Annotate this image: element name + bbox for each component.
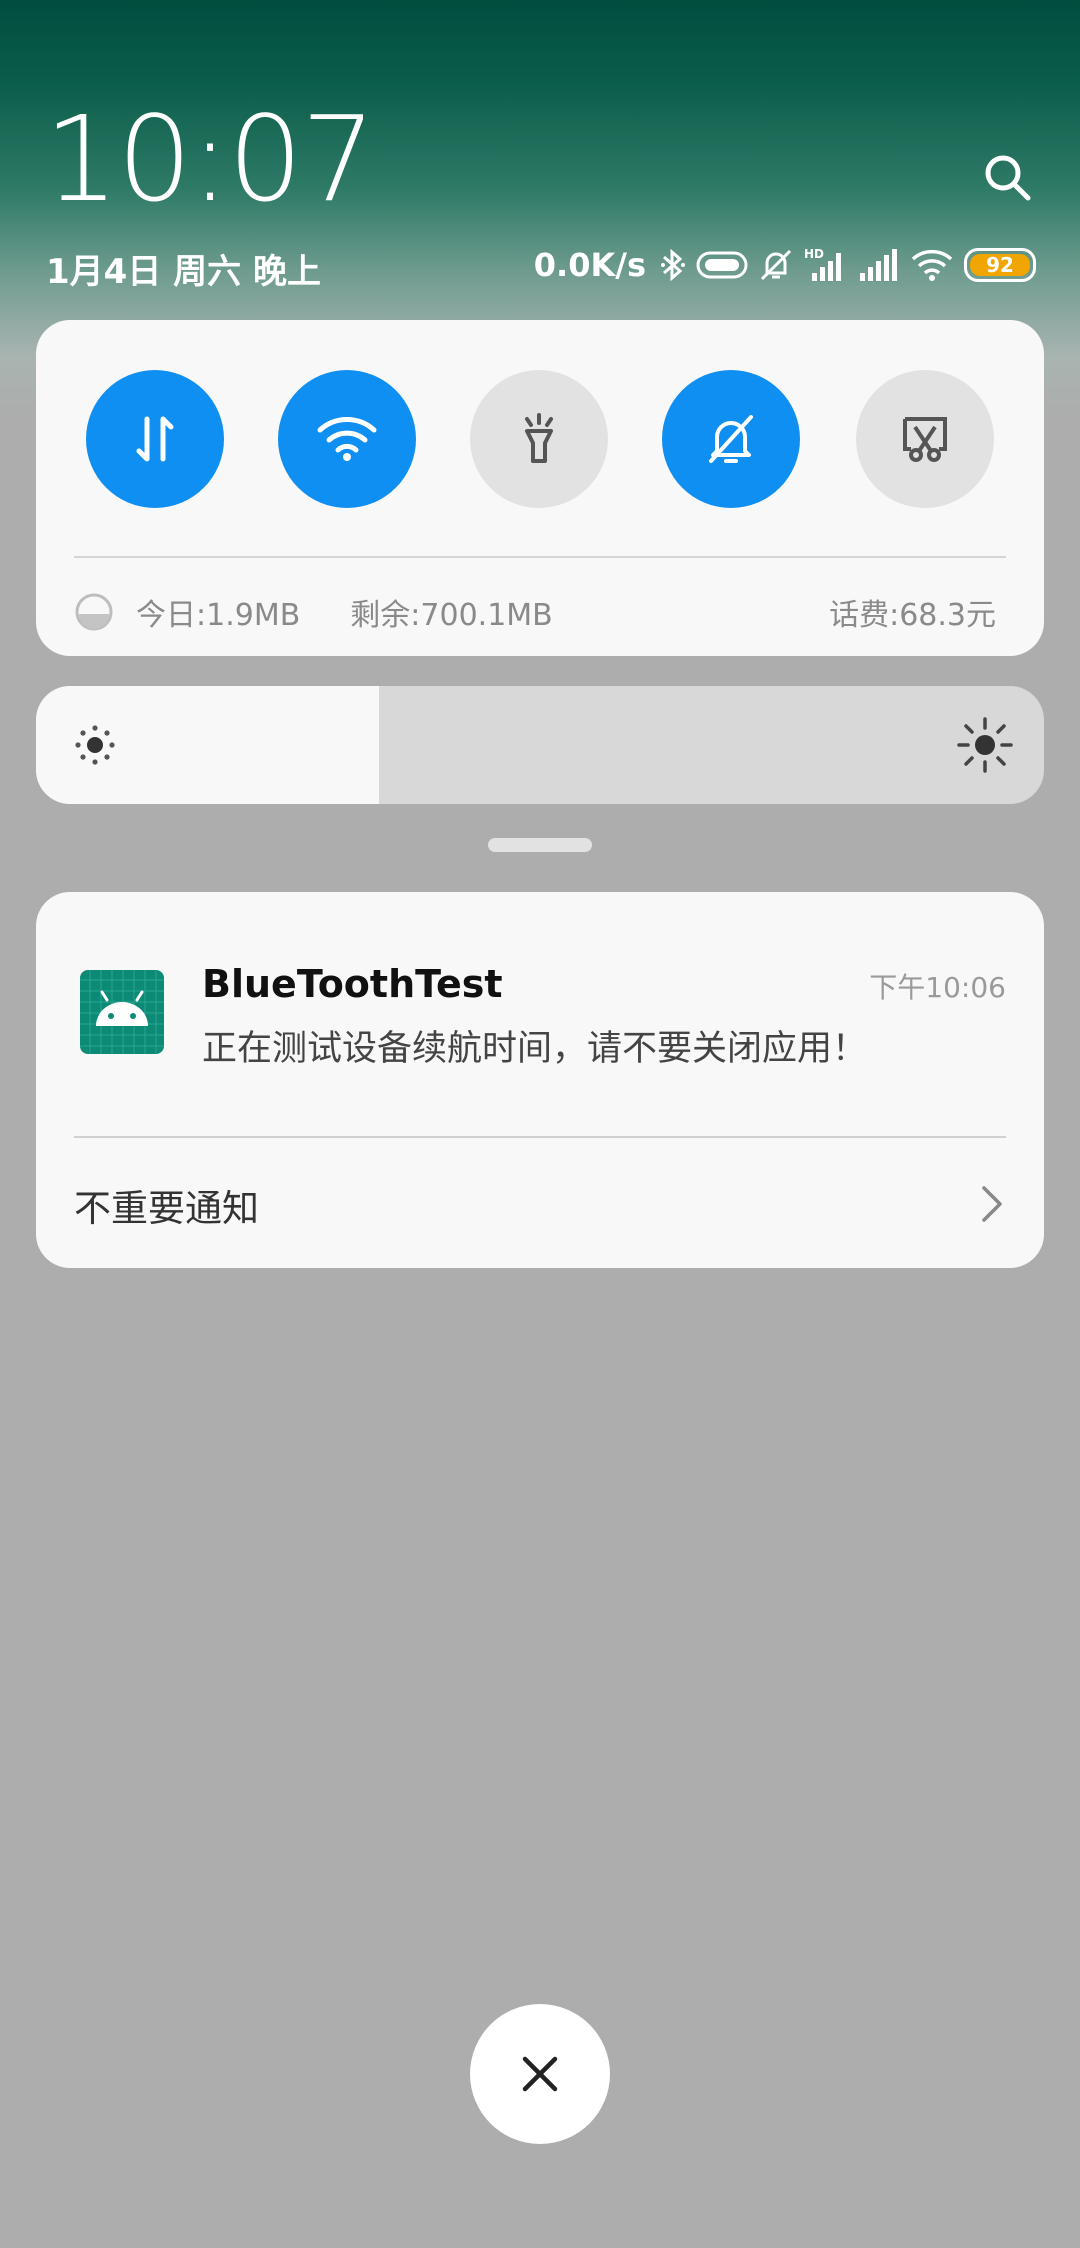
mobile-data-toggle[interactable] <box>86 370 224 508</box>
panel-drag-handle[interactable] <box>488 838 592 852</box>
notification-text: 正在测试设备续航时间，请不要关闭应用！ <box>202 1029 868 1069</box>
notification-app-name: BlueToothTest <box>202 962 503 1006</box>
sun-large-icon <box>957 717 1013 773</box>
net-speed: 0.0K/s <box>533 246 646 284</box>
unimportant-notifications-link[interactable]: 不重要通知 <box>74 1178 259 1232</box>
data-usage-icon <box>75 593 113 631</box>
bell-off-icon <box>709 415 753 463</box>
divider <box>74 556 1006 558</box>
notification-time: 下午10:06 <box>869 971 1006 1004</box>
quick-settings-panel: 今日:1.9MB 剩余:700.1MB 话费:68.3元 <box>36 320 1044 656</box>
date-label[interactable]: 1月4日 周六 晚上 <box>46 244 321 293</box>
wifi-toggle[interactable] <box>278 370 416 508</box>
notification-card[interactable]: BlueToothTest 下午10:06 正在测试设备续航时间，请不要关闭应用… <box>36 892 1044 1268</box>
screenshot-toggle[interactable] <box>856 370 994 508</box>
status-icons: 0.0K/s HD 92 <box>534 244 1036 286</box>
wifi-icon <box>317 417 377 461</box>
signal-hd-icon: HD <box>804 247 848 283</box>
sun-small-icon <box>75 725 115 765</box>
data-remaining: 剩余:700.1MB <box>350 598 553 633</box>
android-app-icon <box>80 970 164 1054</box>
clock[interactable]: 10:07 <box>44 100 376 218</box>
phone-fee: 话费:68.3元 <box>829 598 996 633</box>
brightness-slider[interactable] <box>36 686 1044 804</box>
bluetooth-icon <box>660 247 686 283</box>
mute-bell-icon <box>758 247 794 283</box>
signal-hd-label: HD <box>804 247 824 261</box>
flashlight-icon <box>525 413 553 463</box>
silent-toggle[interactable] <box>662 370 800 508</box>
chevron-right-icon[interactable] <box>976 1182 1008 1226</box>
scissors-screenshot-icon <box>903 417 947 462</box>
data-today: 今日:1.9MB <box>136 598 301 633</box>
vibrate-toggle-icon <box>696 249 748 281</box>
flashlight-toggle[interactable] <box>470 370 608 508</box>
divider <box>74 1136 1006 1138</box>
close-icon <box>522 2056 558 2092</box>
wifi-icon <box>910 247 954 283</box>
signal-icon <box>858 247 900 283</box>
battery-icon: 92 <box>964 248 1036 282</box>
search-icon[interactable] <box>980 150 1036 206</box>
data-usage-row[interactable]: 今日:1.9MB 剩余:700.1MB 话费:68.3元 <box>74 582 996 642</box>
battery-level: 92 <box>986 253 1014 277</box>
data-arrows-icon <box>136 416 174 462</box>
clear-all-button[interactable] <box>470 2004 610 2144</box>
